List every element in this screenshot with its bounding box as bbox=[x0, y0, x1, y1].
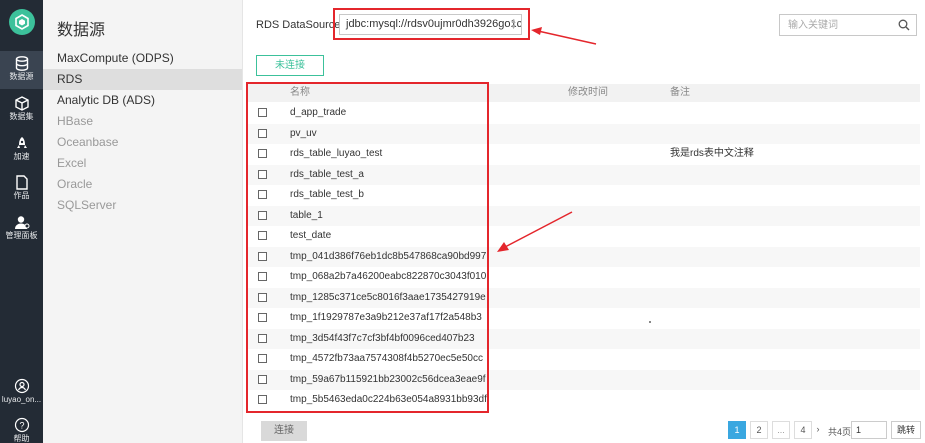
arrow-to-table bbox=[497, 211, 573, 252]
arrow-to-datasource bbox=[531, 27, 597, 45]
annotation-arrows bbox=[497, 27, 597, 252]
